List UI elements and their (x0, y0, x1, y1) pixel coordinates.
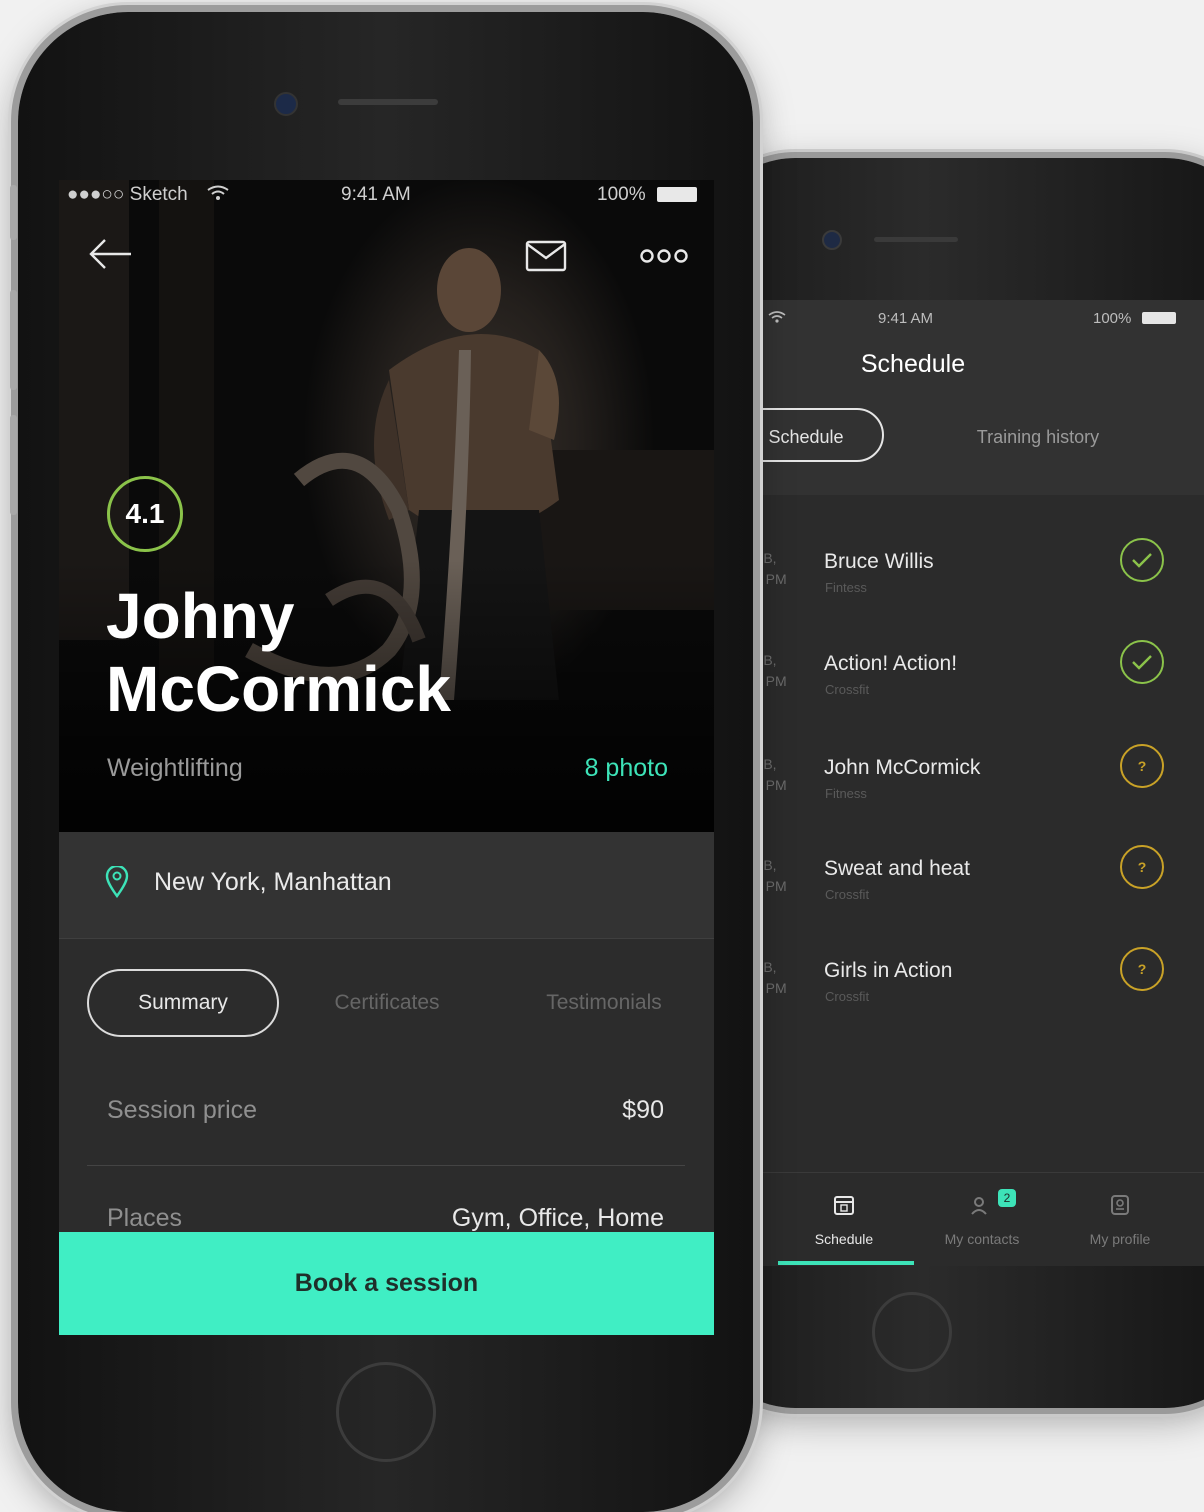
tab-my-profile[interactable]: My profile (1050, 1173, 1190, 1266)
active-tab-indicator (778, 1261, 914, 1265)
session-category: Fitness (825, 786, 867, 801)
status-time: 9:41 AM (878, 310, 934, 327)
volume-up-button (10, 290, 17, 390)
profile-icon (1108, 1193, 1132, 1217)
session-name: Action! Action! (824, 652, 958, 675)
tab-bar: Schedule 2 My contacts My profile (748, 1172, 1204, 1266)
schedule-screen: 9:41 AM 100% Schedule Schedule Training … (748, 300, 1204, 1266)
list-item[interactable]: EB, 0 PM Action! Action! Crossfit (748, 602, 1204, 702)
places-label: Places (107, 1204, 183, 1232)
location-text: New York, Manhattan (154, 868, 392, 896)
trainer-profile-screen: ●●●○○ Sketch 9:41 AM 100% 4.1 Johny McCo… (59, 180, 714, 1335)
volume-down-button (10, 415, 17, 515)
back-status-bar: 9:41 AM 100% (748, 300, 1204, 340)
calendar-icon (832, 1193, 856, 1217)
session-name: Girls in Action (824, 959, 953, 982)
location-row[interactable]: New York, Manhattan (59, 832, 714, 939)
status-carrier: ●●●○○ Sketch (67, 184, 188, 205)
back-arrow-icon[interactable] (85, 234, 135, 274)
status-battery-text: 100% (1093, 310, 1132, 327)
session-name: Bruce Willis (824, 550, 934, 573)
status-time: 9:41 AM (341, 184, 411, 205)
status-battery-text: 100% (597, 184, 646, 205)
session-price-value: $90 (622, 1096, 664, 1124)
wifi-icon (207, 185, 229, 207)
tab-schedule[interactable]: Schedule (774, 1173, 914, 1266)
back-phone-camera (822, 230, 842, 250)
trainer-last-name: McCormick (106, 653, 451, 725)
session-date: EB, 0 PM (754, 959, 787, 996)
photos-link[interactable]: 8 photo (585, 754, 668, 783)
list-item[interactable]: EB, 0 PM Bruce Willis Fintess (748, 500, 1204, 600)
session-name: Sweat and heat (824, 857, 970, 880)
question-icon: ? (1120, 845, 1164, 889)
places-value: Gym, Office, Home (451, 1204, 664, 1232)
session-name: John McCormick (824, 756, 981, 779)
profile-tabs: Summary Certificates Testimonials (59, 939, 714, 1067)
session-date: EB, 0 PM (754, 756, 787, 793)
session-category: Fintess (825, 580, 867, 595)
front-phone-speaker (338, 99, 438, 105)
question-icon: ? (1120, 947, 1164, 991)
session-category: Crossfit (825, 989, 870, 1004)
session-category: Crossfit (825, 682, 870, 697)
list-item[interactable]: EB, 0 PM Sweat and heat Crossfit ? (748, 807, 1204, 907)
tab-certificates[interactable]: Certificates (299, 969, 475, 1037)
front-status-bar: ●●●○○ Sketch 9:41 AM 100% (59, 180, 714, 210)
tab-testimonials[interactable]: Testimonials (514, 969, 694, 1037)
session-price-label: Session price (107, 1096, 258, 1124)
check-icon (1120, 538, 1164, 582)
more-options-icon[interactable] (639, 246, 689, 266)
trainer-name: Johny McCormick (106, 580, 666, 726)
front-phone-camera (274, 92, 298, 116)
list-item[interactable]: EB, 0 PM John McCormick Fitness ? (748, 706, 1204, 806)
segment-training-history[interactable]: Training history (948, 410, 1128, 464)
contacts-icon (970, 1193, 994, 1217)
front-phone-home-button (336, 1362, 436, 1462)
schedule-title: Schedule (860, 350, 966, 378)
contacts-badge: 2 (998, 1189, 1016, 1207)
session-date: EB, 0 PM (754, 652, 787, 689)
segment-schedule[interactable]: Schedule (748, 408, 884, 462)
rating-badge: 4.1 (107, 476, 183, 552)
detail-divider (87, 1165, 685, 1166)
session-category: Crossfit (825, 887, 870, 902)
tab-summary[interactable]: Summary (87, 969, 279, 1037)
mail-icon[interactable] (525, 240, 567, 272)
trainer-specialty: Weightlifting (107, 754, 243, 782)
battery-icon (1142, 312, 1176, 324)
location-pin-icon (105, 864, 129, 903)
wifi-icon (768, 310, 786, 326)
session-date: EB, 0 PM (754, 550, 787, 587)
list-item[interactable]: EB, 0 PM Girls in Action Crossfit ? (748, 909, 1204, 1009)
trainer-first-name: Johny (106, 580, 295, 652)
mute-switch (10, 185, 17, 240)
question-icon: ? (1120, 744, 1164, 788)
back-phone-speaker (874, 237, 958, 242)
tab-my-contacts[interactable]: 2 My contacts (912, 1173, 1052, 1266)
book-session-button[interactable]: Book a session (59, 1232, 714, 1335)
back-phone-home-button (872, 1292, 952, 1372)
session-date: EB, 0 PM (754, 857, 787, 894)
battery-icon (657, 187, 697, 202)
check-icon (1120, 640, 1164, 684)
